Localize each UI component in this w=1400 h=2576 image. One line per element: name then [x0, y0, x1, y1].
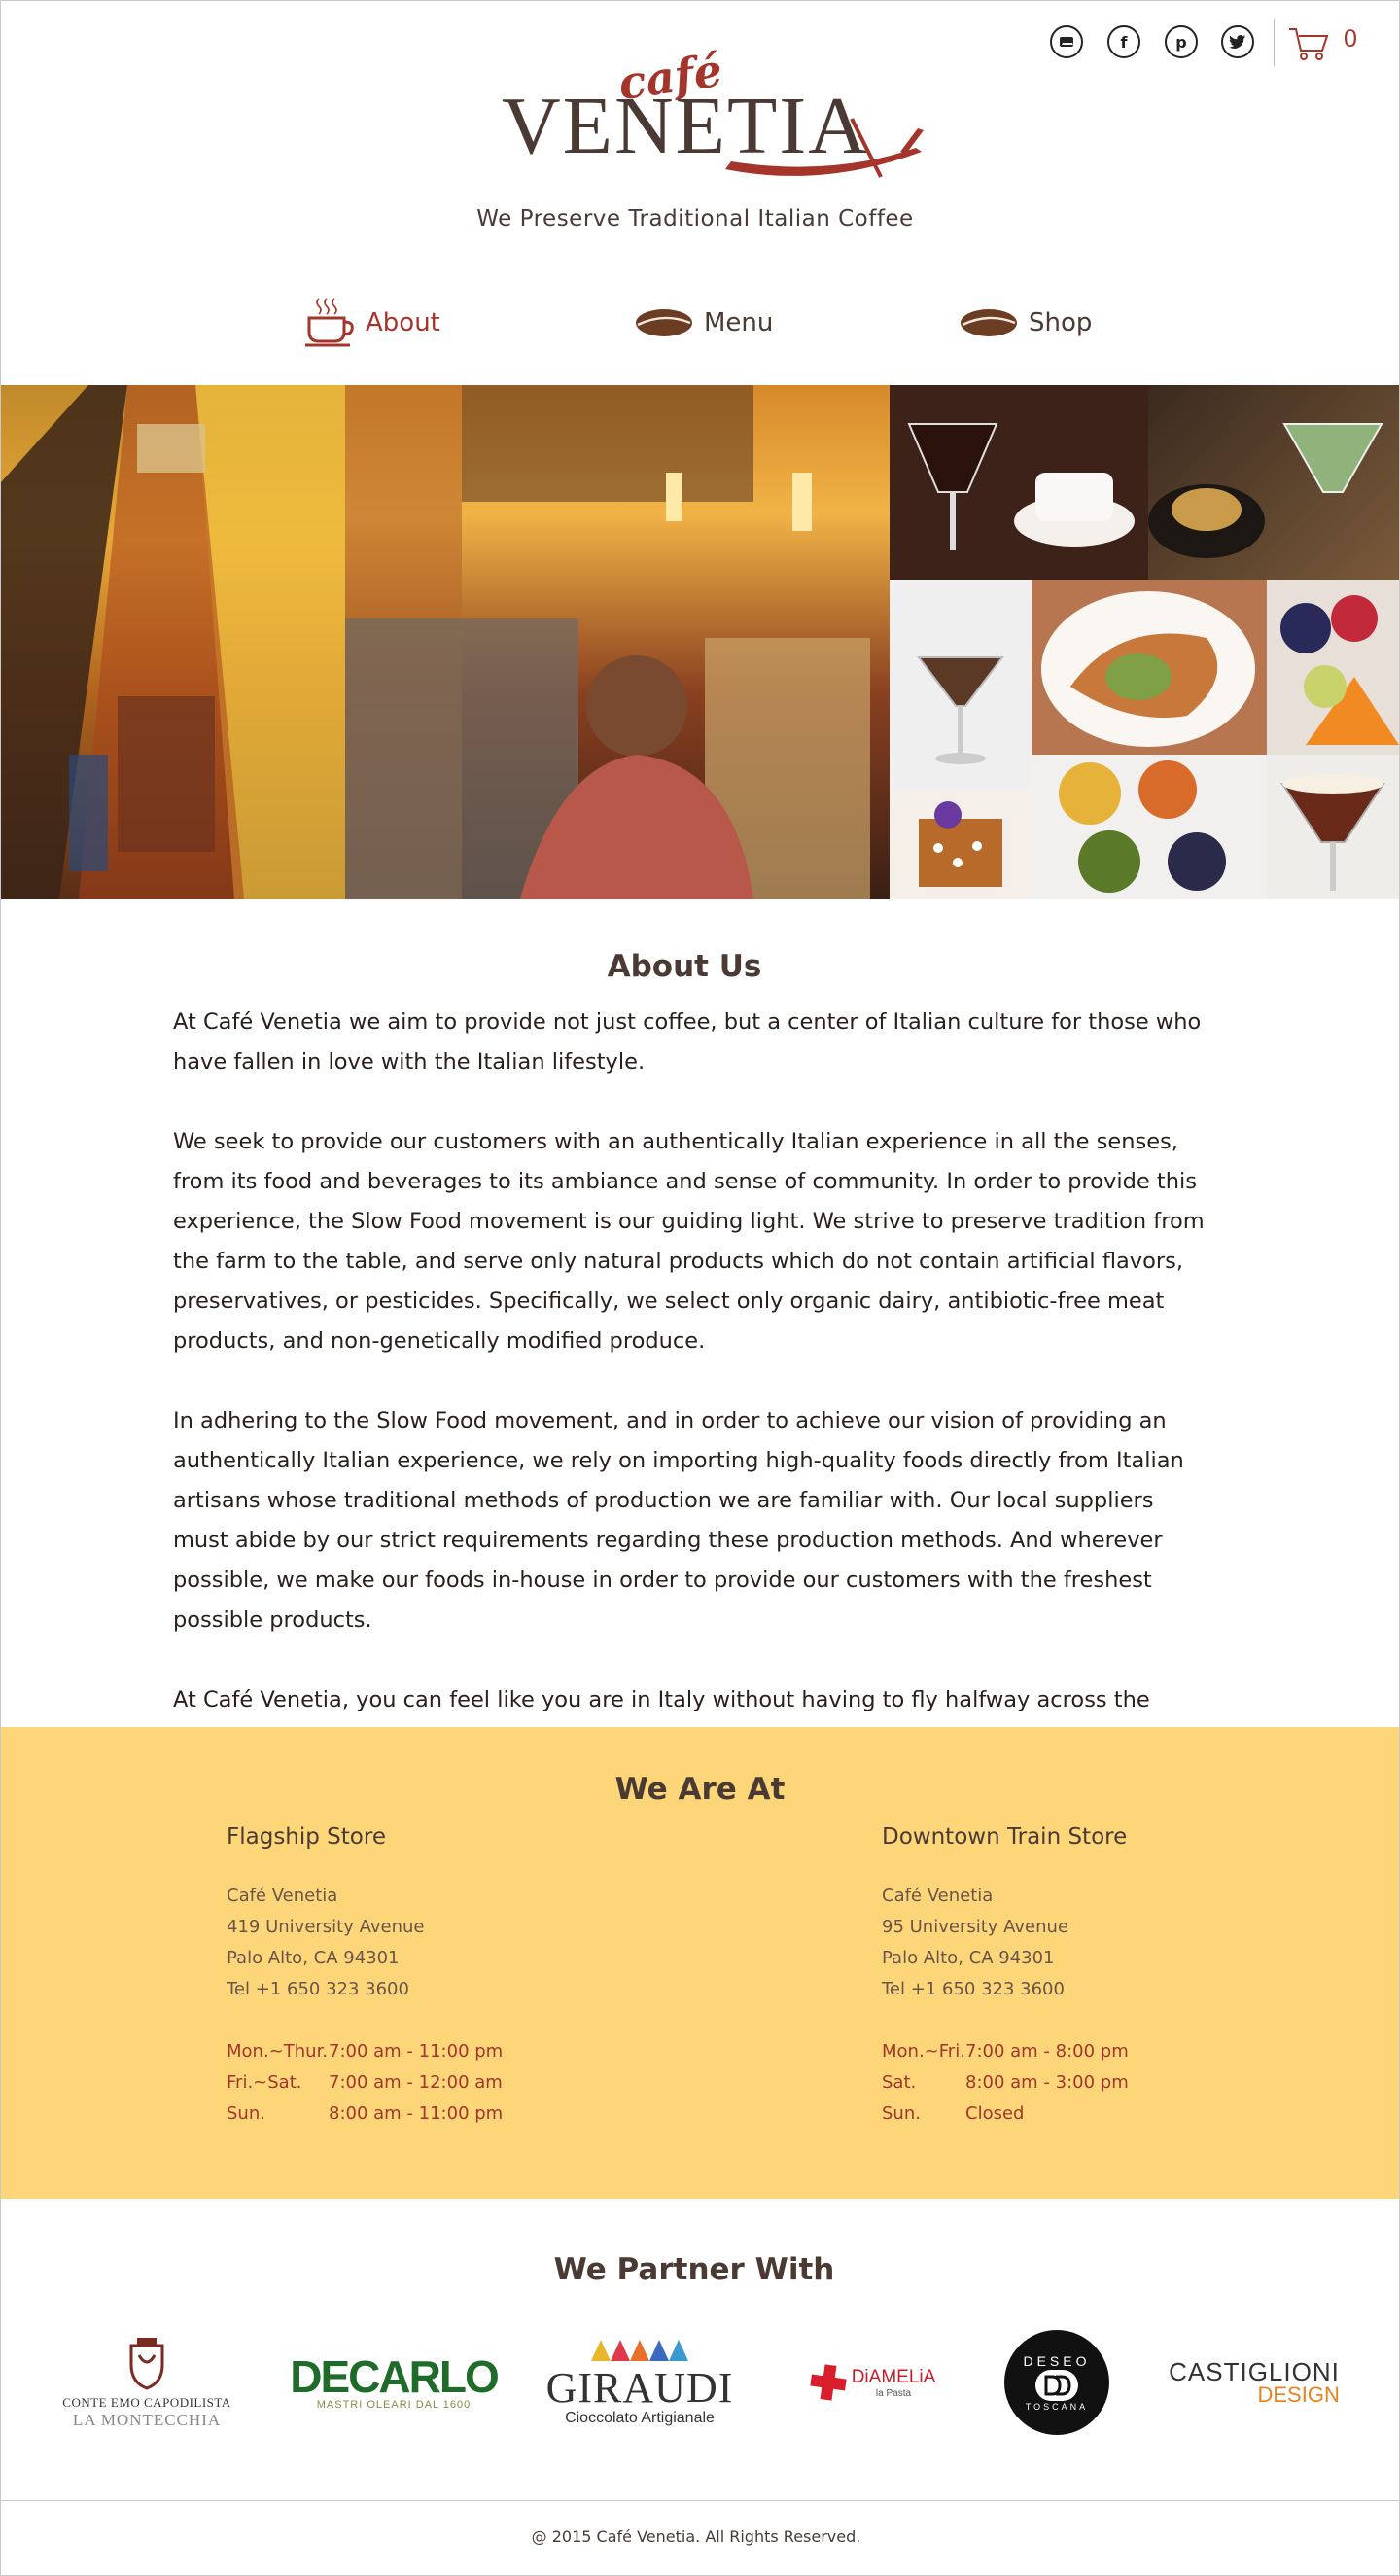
hours-row: Fri.~Sat. 7:00 am - 12:00 am [227, 2067, 810, 2099]
nav-about[interactable]: About [303, 294, 440, 352]
hours-day: Mon.~Fri. [882, 2041, 965, 2062]
nav-shop[interactable]: Shop [959, 294, 1092, 352]
partner-text-bottom: MASTRI OLEARI DAL 1600 [316, 2399, 472, 2411]
partner-text-bottom: TOSCANA [1025, 2402, 1089, 2412]
main-nav: About Menu Shop [0, 294, 1400, 381]
hero-photo-dessert-glass [1267, 755, 1399, 899]
hero-photo-tarts [1032, 755, 1267, 899]
partner-logo-decarlo[interactable]: DECARLO MASTRI OLEARI DAL 1600 [290, 2324, 499, 2441]
partner-logo-giraudi[interactable]: GIRAUDI Cioccolato Artigianale [546, 2324, 732, 2441]
cafe-venetia-logo[interactable]: café VENETIA [502, 44, 924, 187]
hours-day: Fri.~Sat. [227, 2072, 302, 2093]
hours-time: 7:00 am - 12:00 am [329, 2072, 503, 2093]
store-address-line: Café Venetia [227, 1886, 338, 1906]
gondola-icon [725, 118, 924, 178]
partner-logo-castiglioni[interactable]: CASTIGLIONI DESIGN [1167, 2324, 1342, 2441]
hero-photo-croissant [1032, 580, 1267, 755]
coffee-bean-icon [961, 309, 1017, 336]
hours-day: Sun. [227, 2103, 265, 2124]
hours-row: Sun. Closed [882, 2099, 1400, 2130]
hours-time: 7:00 am - 8:00 pm [965, 2041, 1129, 2062]
store-address-line: Café Venetia [882, 1886, 994, 1906]
hours-day: Sun. [882, 2103, 921, 2124]
hero-photo-chocolate-drink [890, 385, 1148, 580]
hours-row: Mon.~Thur.7:00 am - 11:00 pm [227, 2036, 810, 2067]
locations-section: We Are At Flagship Store Café Venetia 41… [1, 1727, 1399, 2199]
hours-time: 8:00 am - 11:00 pm [329, 2103, 504, 2124]
partner-logo-la-montecchia[interactable]: CONTE EMO CAPODILISTA LA MONTECCHIA [54, 2324, 239, 2441]
store-address-line: 419 University Avenue [227, 1917, 425, 1937]
hero-photo-interior [1, 385, 345, 899]
store-hours: Mon.~Fri.7:00 am - 8:00 pm Sat. 8:00 am -… [882, 2036, 1400, 2130]
store-name: Downtown Train Store [882, 1824, 1128, 1850]
hours-row: Sun. 8:00 am - 11:00 pm [227, 2099, 810, 2130]
store-downtown-train: Downtown Train Store Café Venetia 95 Uni… [882, 1824, 1400, 2130]
crest-icon [129, 2337, 164, 2390]
hours-row: Mon.~Fri.7:00 am - 8:00 pm [882, 2036, 1400, 2067]
coffee-bean-icon [636, 309, 692, 336]
partner-text-top: CONTE EMO CAPODILISTA [62, 2394, 231, 2410]
tagline: We Preserve Traditional Italian Coffee [476, 206, 914, 231]
hours-time: Closed [965, 2103, 1025, 2124]
partner-text-top: CASTIGLIONI [1169, 2357, 1340, 2386]
partner-text-top: DECARLO [290, 2351, 499, 2402]
locations-title: We Are At [614, 1772, 786, 1807]
hero-photo-latte [1148, 385, 1399, 580]
store-flagship: Flagship Store Café Venetia 419 Universi… [227, 1824, 810, 2130]
social-bar: f p 0 [1050, 19, 1400, 70]
partner-text-bottom: DESIGN [1257, 2382, 1340, 2407]
store-address-line: Palo Alto, CA 94301 [882, 1948, 1055, 1968]
about-body: At Café Venetia we aim to provide not ju… [173, 1003, 1213, 1800]
giraudi-flags-icon [591, 2340, 688, 2361]
hero-collage [1, 385, 1399, 899]
partner-text-bottom: LA MONTECCHIA [72, 2410, 222, 2429]
cart-count[interactable]: 0 [1344, 25, 1357, 53]
cart-icon[interactable] [1287, 25, 1330, 62]
about-paragraph: We seek to provide our customers with an… [173, 1129, 1205, 1354]
partner-text-top: DESEO [1023, 2353, 1091, 2369]
partner-text-top: DiAMELiA [851, 2366, 936, 2387]
deseo-dd-icon [1035, 2370, 1078, 2401]
twitter-icon[interactable] [1221, 25, 1254, 58]
store-hours: Mon.~Thur.7:00 am - 11:00 pm Fri.~Sat. 7:… [227, 2036, 810, 2130]
mail-icon[interactable] [1050, 25, 1083, 58]
hours-day: Sat. [882, 2072, 917, 2093]
footer-divider [1, 2500, 1399, 2501]
hero-photo-martini [890, 580, 1032, 790]
hours-time: 8:00 am - 3:00 pm [965, 2072, 1129, 2093]
social-divider [1274, 19, 1275, 66]
hours-time: 7:00 am - 11:00 pm [329, 2041, 504, 2062]
copyright: @ 2015 Café Venetia. All Rights Reserved… [531, 2527, 861, 2546]
hours-row: Sat. 8:00 am - 3:00 pm [882, 2067, 1400, 2099]
hero-photo-cake [890, 790, 1032, 899]
diamelia-cross-icon [810, 2364, 847, 2401]
partner-logo-deseo[interactable]: DESEO TOSCANA [994, 2324, 1120, 2441]
partner-text-bottom: la Pasta [875, 2387, 912, 2399]
store-address-line: 95 University Avenue [882, 1917, 1069, 1937]
partner-text-bottom: Cioccolato Artigianale [565, 2410, 715, 2426]
pinterest-icon[interactable]: p [1165, 25, 1198, 58]
store-name: Flagship Store [227, 1824, 386, 1850]
about-paragraph: At Café Venetia we aim to provide not ju… [173, 1009, 1202, 1075]
hero-photo-fruit [1267, 580, 1399, 755]
coffee-cup-icon [305, 298, 354, 347]
about-paragraph: In adhering to the Slow Food movement, a… [173, 1408, 1184, 1633]
hours-day: Mon.~Thur. [227, 2041, 329, 2062]
facebook-icon[interactable]: f [1107, 25, 1140, 58]
partners-title: We Partner With [553, 2252, 835, 2287]
nav-shop-label: Shop [1029, 308, 1093, 337]
partner-text-top: GIRAUDI [545, 2364, 734, 2412]
nav-about-label: About [366, 308, 440, 337]
nav-menu[interactable]: Menu [634, 294, 773, 352]
store-phone[interactable]: Tel +1 650 323 3600 [227, 1974, 810, 2005]
nav-menu-label: Menu [704, 308, 774, 337]
partner-logo-diamelia[interactable]: DiAMELiA la Pasta [799, 2324, 945, 2441]
about-title: About Us [607, 949, 762, 984]
store-phone[interactable]: Tel +1 650 323 3600 [882, 1974, 1400, 2005]
hero-photo-barista [345, 385, 890, 899]
store-address-line: Palo Alto, CA 94301 [227, 1948, 400, 1968]
